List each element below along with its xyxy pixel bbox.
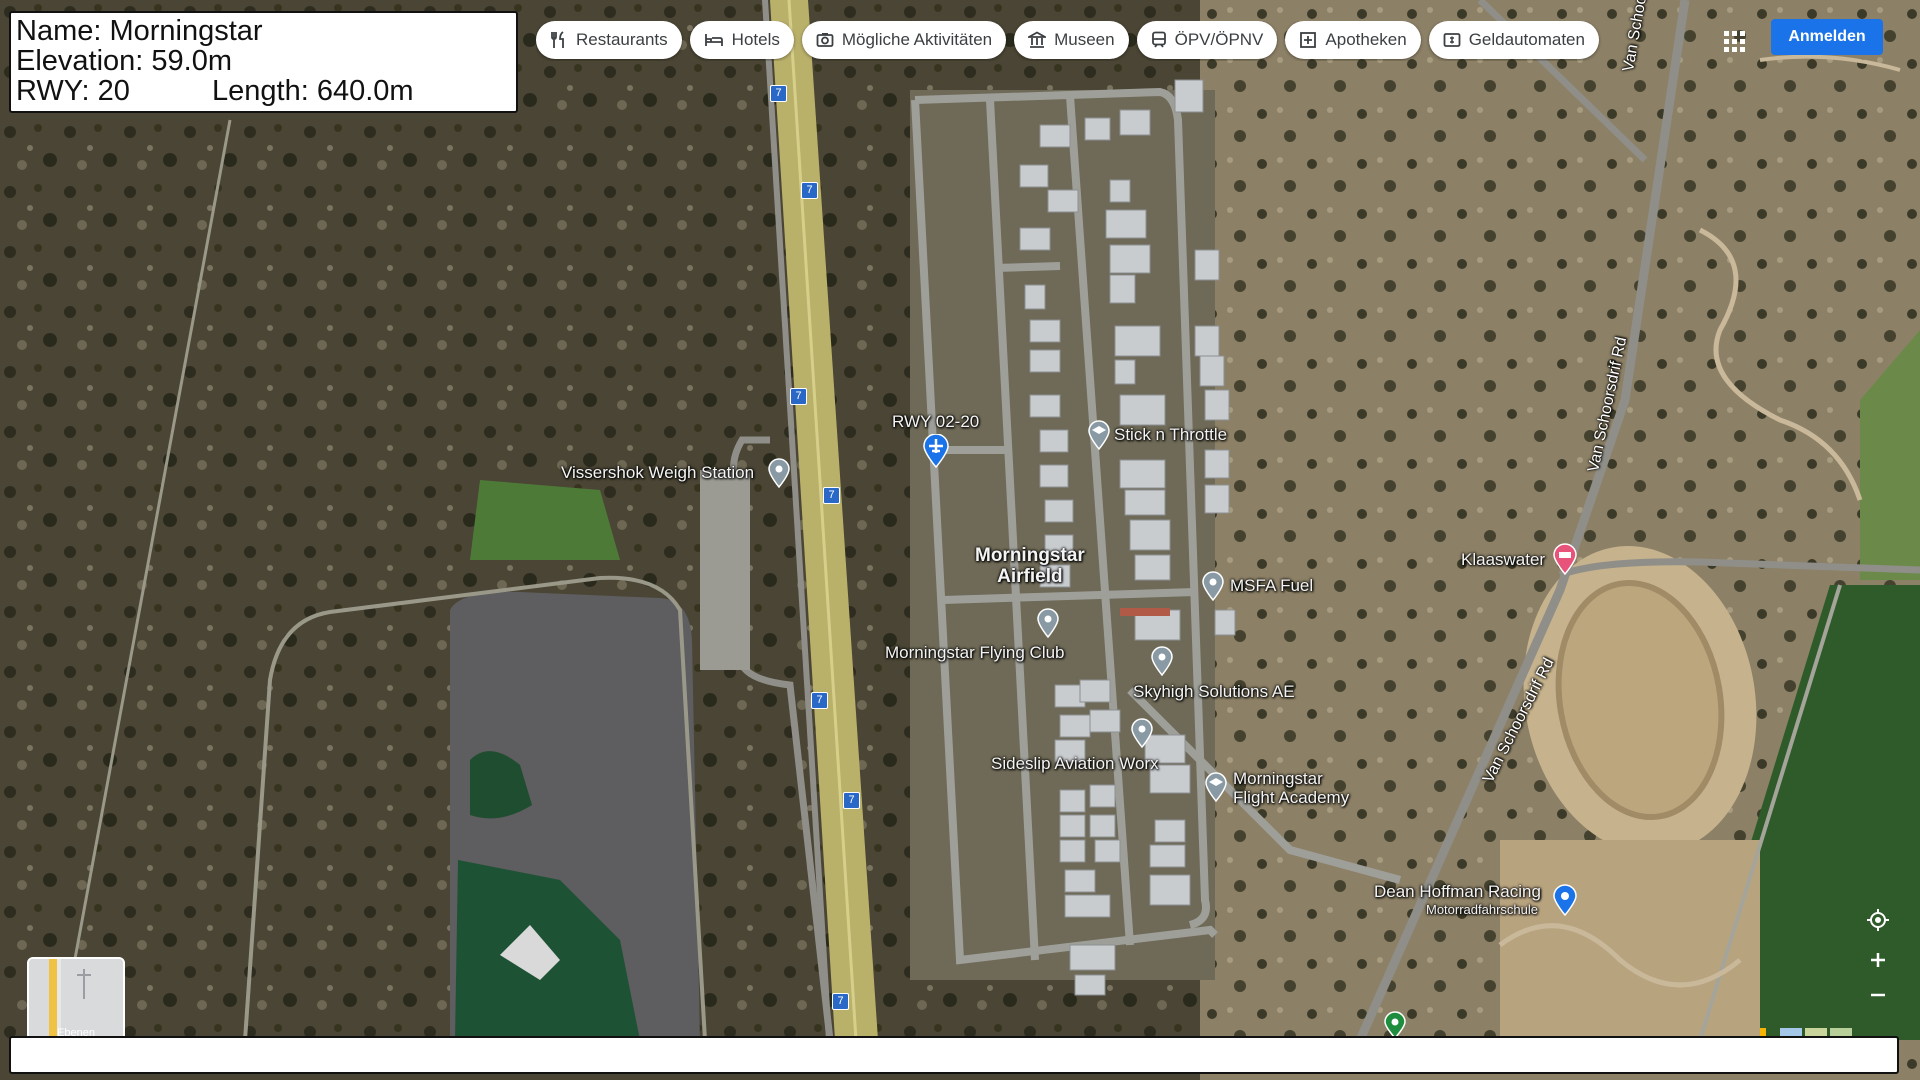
dean-hoffman-label[interactable]: Dean Hoffman Racing bbox=[1374, 882, 1541, 902]
chip-label: Apotheken bbox=[1325, 30, 1407, 49]
camera-icon bbox=[816, 33, 834, 47]
chip-label: Restaurants bbox=[576, 30, 668, 49]
chip-label: Hotels bbox=[731, 30, 780, 49]
chip-label: Museen bbox=[1054, 30, 1115, 49]
info-runway-row: RWY: 20 Length: 640.0m bbox=[16, 76, 511, 106]
route-shield: 7 bbox=[801, 182, 818, 199]
academy-pin-icon[interactable] bbox=[1205, 772, 1227, 802]
plus-icon bbox=[1871, 953, 1885, 967]
klaaswater-label[interactable]: Klaaswater bbox=[1461, 550, 1545, 570]
sideslip-label[interactable]: Sideslip Aviation Worx bbox=[991, 754, 1159, 774]
driving-school-pin-icon[interactable] bbox=[1553, 884, 1577, 916]
weigh-station-label[interactable]: Vissershok Weigh Station bbox=[561, 463, 754, 483]
my-location-button[interactable] bbox=[1862, 905, 1894, 935]
transit-icon bbox=[1151, 31, 1166, 48]
airport-pin-icon[interactable] bbox=[923, 434, 949, 468]
fuel-pin-icon[interactable] bbox=[1202, 571, 1224, 601]
route-shield: 7 bbox=[832, 993, 849, 1010]
atm-icon bbox=[1443, 33, 1461, 47]
zoom-out-button[interactable] bbox=[1862, 980, 1894, 1010]
airfield-info-box: Name: Morningstar Elevation: 59.0m RWY: … bbox=[9, 11, 518, 113]
chip-label: Geldautomaten bbox=[1468, 30, 1585, 49]
flying-club-pin-icon[interactable] bbox=[1037, 608, 1059, 638]
hotel-pin-icon[interactable] bbox=[1553, 543, 1577, 575]
dean-hoffman-sub-label: Motorradfahrschule bbox=[1426, 902, 1538, 917]
school-pin-icon[interactable] bbox=[1088, 420, 1110, 450]
category-chips: Restaurants Hotels Mögliche Aktivitäten … bbox=[536, 21, 1648, 61]
chip-label: Mögliche Aktivitäten bbox=[841, 30, 993, 49]
green-pin-icon[interactable] bbox=[1384, 1011, 1406, 1039]
museum-icon bbox=[1028, 31, 1047, 48]
apps-grid-icon[interactable] bbox=[1718, 25, 1750, 57]
satellite-map[interactable] bbox=[0, 0, 1920, 1080]
skyhigh-label[interactable]: Skyhigh Solutions AE bbox=[1133, 682, 1295, 702]
zoom-in-button[interactable] bbox=[1862, 945, 1894, 975]
chip-atm[interactable]: Geldautomaten bbox=[1428, 21, 1599, 59]
msfa-fuel-label[interactable]: MSFA Fuel bbox=[1230, 576, 1313, 596]
route-shield: 7 bbox=[823, 487, 840, 504]
fork-knife-icon bbox=[551, 31, 564, 48]
weigh-station-pin-icon[interactable] bbox=[768, 458, 790, 488]
route-shield: 7 bbox=[843, 792, 860, 809]
info-length: Length: 640.0m bbox=[212, 75, 414, 107]
chip-restaurants[interactable]: Restaurants bbox=[536, 21, 682, 59]
chip-transit[interactable]: ÖPV/ÖPNV bbox=[1136, 21, 1278, 59]
chip-activities[interactable]: Mögliche Aktivitäten bbox=[801, 21, 1007, 59]
route-shield: 7 bbox=[790, 388, 807, 405]
crosshair-icon bbox=[1867, 909, 1889, 931]
bed-icon bbox=[704, 34, 723, 46]
footer-widgets bbox=[1760, 1028, 1852, 1036]
info-elevation: Elevation: 59.0m bbox=[16, 45, 233, 77]
chip-hotels[interactable]: Hotels bbox=[689, 21, 794, 59]
skyhigh-pin-icon[interactable] bbox=[1151, 646, 1173, 676]
airfield-label[interactable]: Morningstar Airfield bbox=[975, 545, 1085, 587]
runway-label[interactable]: RWY 02-20 bbox=[892, 412, 979, 432]
info-name: Name: Morningstar bbox=[16, 15, 263, 47]
flight-academy-label[interactable]: Morningstar Flight Academy bbox=[1233, 769, 1349, 807]
bottom-input-bar[interactable] bbox=[9, 1036, 1899, 1074]
stick-throttle-label[interactable]: Stick n Throttle bbox=[1114, 425, 1227, 445]
layer-switcher[interactable]: Ebenen bbox=[27, 957, 125, 1041]
sign-in-button[interactable]: Anmelden bbox=[1771, 19, 1883, 55]
minus-icon bbox=[1871, 993, 1885, 997]
route-shield: 7 bbox=[811, 692, 828, 709]
chip-museums[interactable]: Museen bbox=[1014, 21, 1129, 59]
sideslip-pin-icon[interactable] bbox=[1131, 718, 1153, 748]
chip-pharmacy[interactable]: Apotheken bbox=[1285, 21, 1421, 59]
info-runway: RWY: 20 bbox=[16, 75, 130, 107]
chip-label: ÖPV/ÖPNV bbox=[1174, 30, 1264, 49]
route-shield: 7 bbox=[770, 85, 787, 102]
flying-club-label[interactable]: Morningstar Flying Club bbox=[885, 643, 1065, 663]
pharmacy-icon bbox=[1300, 32, 1317, 48]
